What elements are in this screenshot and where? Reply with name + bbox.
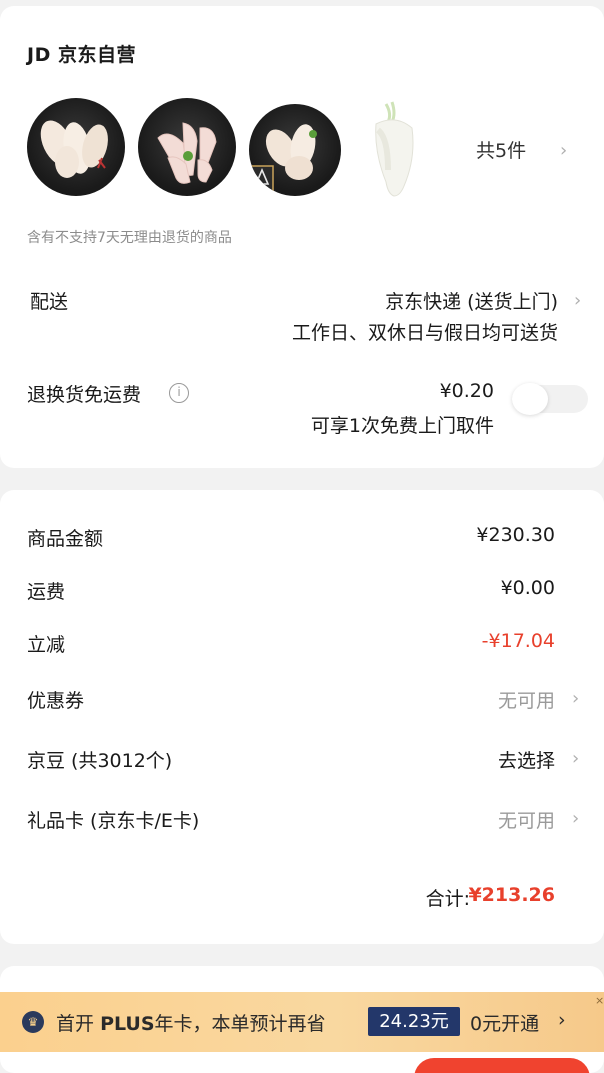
chevron-right-icon[interactable]: › xyxy=(560,140,567,161)
plus-crown-icon: ♛ xyxy=(22,1011,44,1033)
total-value: ¥213.26 xyxy=(468,884,555,906)
toggle-knob xyxy=(512,383,548,415)
return-policy-notice: 含有不支持7天无理由退货的商品 xyxy=(27,230,232,246)
chicken-wings-image xyxy=(40,120,108,178)
chicken-wings-image xyxy=(250,124,317,195)
discount-label: 立减 xyxy=(27,634,66,656)
product-thumb-chicken-wings[interactable] xyxy=(27,98,125,196)
return-shipping-price: ¥0.20 xyxy=(439,380,494,402)
coupon-value[interactable]: 无可用 xyxy=(498,686,555,713)
return-shipping-toggle[interactable] xyxy=(512,383,588,415)
return-shipping-label: 退换货免运费 xyxy=(27,384,142,406)
plus-save-amount: 24.23元 xyxy=(368,1007,460,1036)
chevron-right-icon[interactable]: › xyxy=(558,1009,566,1031)
discount-value: -¥17.04 xyxy=(481,630,555,652)
chevron-right-icon[interactable]: › xyxy=(572,808,579,829)
giftcard-value[interactable]: 无可用 xyxy=(498,806,555,833)
info-icon[interactable]: i xyxy=(169,383,189,403)
chevron-right-icon[interactable]: › xyxy=(572,688,579,709)
giftcard-label: 礼品卡 (京东卡/E卡) xyxy=(27,810,200,832)
plus-promo-text: 首开 PLUS年卡，本单预计再省 xyxy=(56,1009,326,1036)
plus-prefix: 首开 xyxy=(56,1013,95,1035)
product-thumb-chicken-wings-2[interactable] xyxy=(249,104,341,196)
plus-open-button[interactable]: 0元开通 xyxy=(470,1009,539,1036)
price-summary-card xyxy=(0,490,604,944)
beans-value[interactable]: 去选择 xyxy=(498,746,555,773)
submit-order-button[interactable] xyxy=(414,1058,590,1073)
shipping-value: ¥0.00 xyxy=(500,577,555,599)
plus-desc: 年卡，本单预计再省 xyxy=(154,1013,326,1035)
item-count-label[interactable]: 共5件 xyxy=(476,136,526,163)
shop-title: JD 京东自营 xyxy=(27,44,136,66)
total-label: 合计: xyxy=(425,888,470,910)
plus-brand: PLUS xyxy=(100,1013,155,1035)
chicken-feet-image xyxy=(157,122,217,184)
delivery-method[interactable]: 京东快递 (送货上门) xyxy=(385,287,558,314)
close-icon[interactable]: × xyxy=(595,994,604,1007)
delivery-label: 配送 xyxy=(30,291,69,313)
return-shipping-desc: 可享1次免费上门取件 xyxy=(310,415,494,437)
white-radish-image xyxy=(375,101,414,197)
product-thumb-white-radish[interactable] xyxy=(362,100,434,198)
chevron-right-icon[interactable]: › xyxy=(572,748,579,769)
chevron-right-icon[interactable]: › xyxy=(574,290,581,311)
delivery-schedule: 工作日、双休日与假日均可送货 xyxy=(291,322,558,344)
goods-amount-label: 商品金额 xyxy=(27,528,104,550)
beans-label: 京豆 (共3012个) xyxy=(27,750,173,772)
goods-amount-value: ¥230.30 xyxy=(476,524,555,546)
product-thumb-chicken-feet[interactable] xyxy=(138,98,236,196)
shipping-label: 运费 xyxy=(27,581,66,603)
coupon-label: 优惠券 xyxy=(27,690,85,712)
